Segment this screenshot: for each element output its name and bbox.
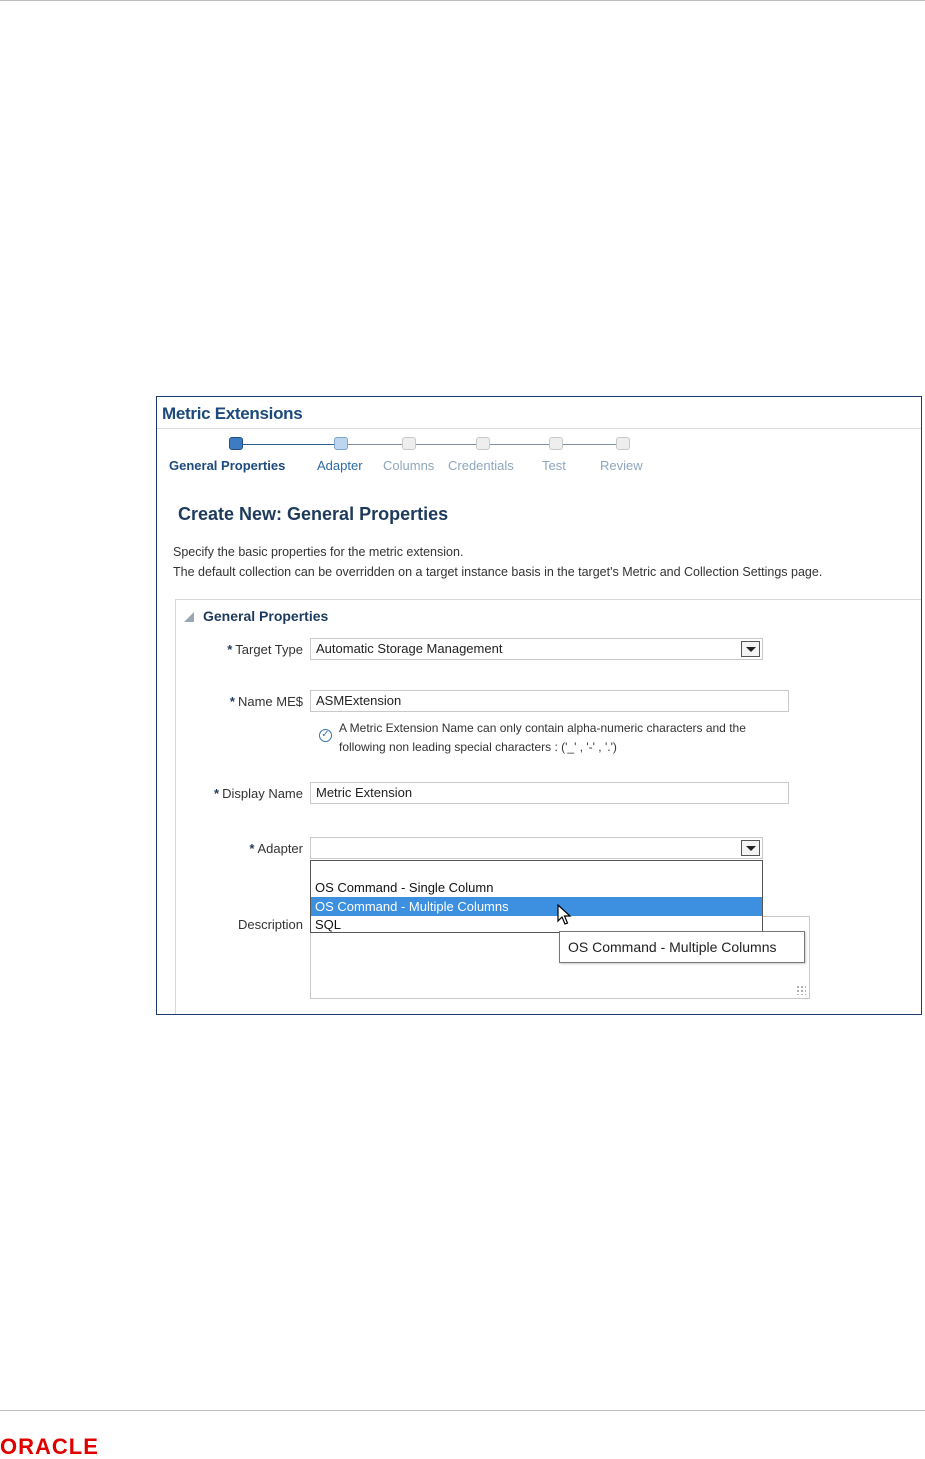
train-connector	[347, 444, 405, 445]
dropdown-arrow-icon[interactable]	[741, 840, 760, 856]
train-stop-credentials	[476, 437, 490, 450]
train-connector	[415, 444, 477, 445]
metric-extensions-screenshot: Metric Extensions General Properties Ada…	[156, 396, 922, 1015]
adapter-option-single-column[interactable]: OS Command - Single Column	[311, 878, 762, 897]
required-mark: *	[227, 642, 233, 657]
page-top-rule	[0, 0, 925, 1]
display-name-value: Metric Extension	[316, 785, 413, 800]
train-stop-review	[616, 437, 630, 450]
collapse-triangle-icon[interactable]	[184, 612, 194, 622]
train-label-general-properties: General Properties	[169, 458, 286, 473]
train-connector	[563, 444, 621, 445]
display-name-input[interactable]: Metric Extension	[310, 782, 789, 804]
train-connector	[489, 444, 551, 445]
dropdown-arrow-icon[interactable]	[741, 641, 760, 657]
oracle-logo: ORACLE	[0, 1434, 99, 1459]
train-connector	[243, 444, 341, 445]
resize-grip-icon[interactable]	[796, 985, 806, 995]
instruction-line: Specify the basic properties for the met…	[173, 545, 464, 559]
description-label: Description	[237, 917, 303, 932]
train-label-adapter[interactable]: Adapter	[317, 458, 363, 473]
train-stop-columns	[402, 437, 416, 450]
check-info-icon: ✓	[319, 729, 332, 742]
train-label-test: Test	[542, 458, 566, 473]
app-title: Metric Extensions	[162, 404, 303, 423]
target-type-select[interactable]: Automatic Storage Management	[310, 638, 763, 660]
train-stop-adapter[interactable]	[334, 437, 348, 450]
section-title: General Properties	[203, 608, 329, 624]
instruction-line: The default collection can be overridden…	[173, 565, 823, 579]
train-label-credentials: Credentials	[448, 458, 514, 473]
target-type-value: Automatic Storage Management	[316, 641, 503, 656]
title-divider	[157, 428, 921, 429]
adapter-options-list[interactable]: OS Command - Single Column OS Command - …	[310, 860, 763, 933]
required-mark: *	[229, 694, 235, 709]
name-input[interactable]: ASMExtension	[310, 690, 789, 712]
required-mark: *	[249, 841, 255, 856]
page-title: Create New: General Properties	[178, 504, 449, 524]
adapter-option-multiple-columns[interactable]: OS Command - Multiple Columns	[311, 897, 762, 916]
train-label-columns: Columns	[383, 458, 435, 473]
train-label-review: Review	[600, 458, 643, 473]
adapter-select[interactable]	[310, 837, 763, 859]
target-type-label: * Target Type	[227, 642, 303, 657]
train-stop-test	[549, 437, 563, 450]
option-tooltip: OS Command - Multiple Columns	[559, 931, 805, 963]
train-stop-general-properties[interactable]	[229, 437, 243, 450]
required-mark: *	[214, 786, 220, 801]
adapter-label: * Adapter	[249, 841, 303, 856]
mouse-pointer-icon	[557, 904, 572, 925]
display-name-label: * Display Name	[214, 786, 303, 801]
name-value: ASMExtension	[316, 693, 402, 708]
name-hint-line: following non leading special characters…	[339, 740, 617, 754]
name-hint-line: A Metric Extension Name can only contain…	[339, 721, 746, 735]
page-bottom-rule	[0, 1410, 925, 1411]
name-label: * Name ME$	[229, 694, 303, 709]
